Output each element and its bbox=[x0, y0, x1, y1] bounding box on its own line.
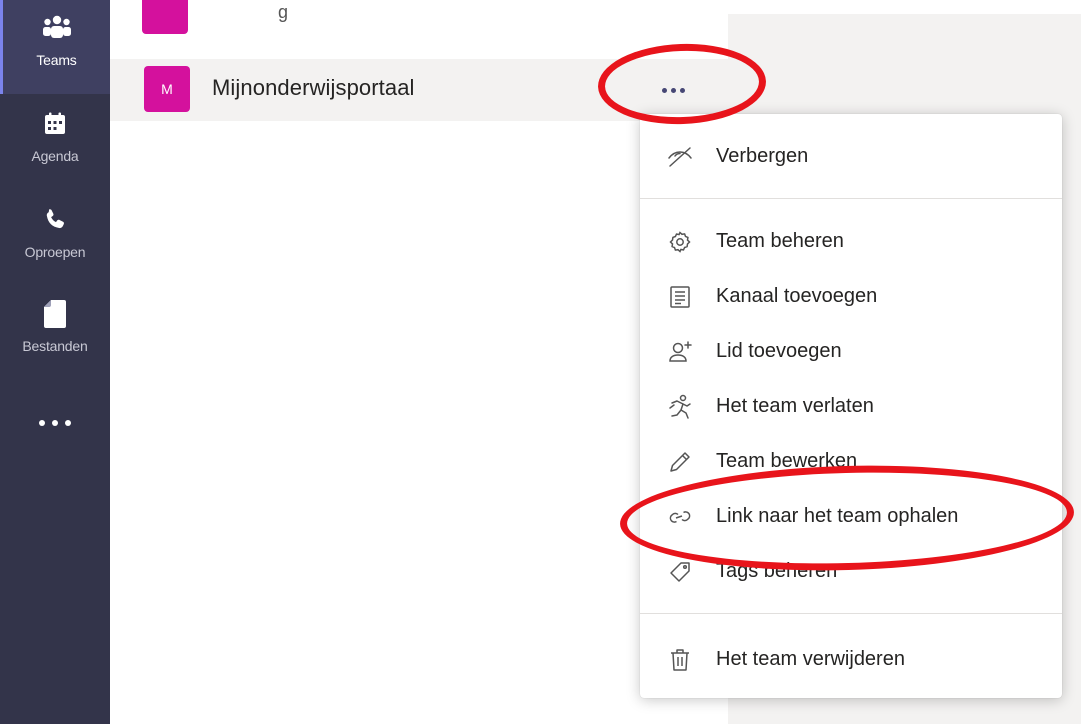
menu-item-verbergen[interactable]: Verbergen bbox=[640, 132, 1062, 182]
team-name: Mijnonderwijsportaal bbox=[212, 75, 415, 100]
menu-label: Link naar het team ophalen bbox=[716, 505, 959, 527]
tag-icon bbox=[666, 558, 694, 586]
calendar-icon bbox=[39, 108, 71, 140]
menu-item-team-verlaten[interactable]: Het team verlaten bbox=[640, 382, 1062, 432]
rail-label-teams: Teams bbox=[36, 52, 77, 68]
phone-icon bbox=[39, 204, 71, 236]
rail-item-agenda[interactable]: Agenda bbox=[0, 108, 110, 182]
menu-label: Kanaal toevoegen bbox=[716, 285, 878, 307]
menu-item-link-ophalen[interactable]: Link naar het team ophalen bbox=[640, 492, 1062, 542]
team-row-partial[interactable]: g bbox=[110, 0, 728, 58]
team-context-menu: Verbergen Team beheren Kanaal toevoegen bbox=[640, 114, 1062, 698]
teams-icon bbox=[41, 12, 73, 44]
pencil-icon bbox=[666, 448, 694, 476]
menu-label: Verbergen bbox=[716, 145, 809, 167]
team-list: g M Mijnonderwijsportaal bbox=[110, 0, 728, 724]
add-member-icon bbox=[666, 338, 694, 366]
menu-label: Lid toevoegen bbox=[716, 340, 842, 362]
trash-icon bbox=[666, 646, 694, 674]
file-icon bbox=[39, 298, 71, 330]
team-row-mijnonderwijsportaal[interactable]: M Mijnonderwijsportaal bbox=[110, 59, 728, 121]
menu-label: Team beheren bbox=[716, 230, 844, 252]
link-icon bbox=[666, 503, 694, 531]
menu-item-team-verwijderen[interactable]: Het team verwijderen bbox=[640, 635, 1062, 685]
menu-divider bbox=[640, 613, 1062, 614]
menu-item-kanaal-toevoegen[interactable]: Kanaal toevoegen bbox=[640, 272, 1062, 322]
menu-label: Tags beheren bbox=[716, 560, 838, 582]
gear-icon bbox=[666, 228, 694, 256]
more-apps-button[interactable] bbox=[0, 414, 110, 444]
rail-item-bestanden[interactable]: Bestanden bbox=[0, 298, 110, 372]
team-avatar: M bbox=[144, 66, 190, 112]
rail-item-teams[interactable]: Teams bbox=[0, 0, 110, 94]
menu-item-team-beheren[interactable]: Team beheren bbox=[640, 217, 1062, 267]
rail-label-oproepen: Oproepen bbox=[24, 244, 86, 260]
rail-item-oproepen[interactable]: Oproepen bbox=[0, 204, 110, 278]
team-name-partial: g bbox=[278, 2, 289, 22]
menu-label: Team bewerken bbox=[716, 450, 858, 472]
menu-label: Het team verwijderen bbox=[716, 648, 905, 670]
leave-icon bbox=[666, 393, 694, 421]
rail-label-bestanden: Bestanden bbox=[22, 338, 88, 354]
channel-icon bbox=[666, 283, 694, 311]
more-options-icon bbox=[661, 87, 685, 93]
team-avatar-partial bbox=[142, 0, 188, 34]
menu-item-team-bewerken[interactable]: Team bewerken bbox=[640, 437, 1062, 487]
menu-item-tags-beheren[interactable]: Tags beheren bbox=[640, 547, 1062, 597]
app-rail: Teams Agenda Oproepen Bestanden bbox=[0, 0, 110, 724]
menu-divider bbox=[640, 198, 1062, 199]
more-options-button[interactable] bbox=[648, 73, 698, 107]
more-apps-icon bbox=[38, 414, 72, 432]
hide-icon bbox=[666, 143, 694, 171]
rail-label-agenda: Agenda bbox=[31, 148, 79, 164]
menu-item-lid-toevoegen[interactable]: Lid toevoegen bbox=[640, 327, 1062, 377]
menu-label: Het team verlaten bbox=[716, 395, 874, 417]
